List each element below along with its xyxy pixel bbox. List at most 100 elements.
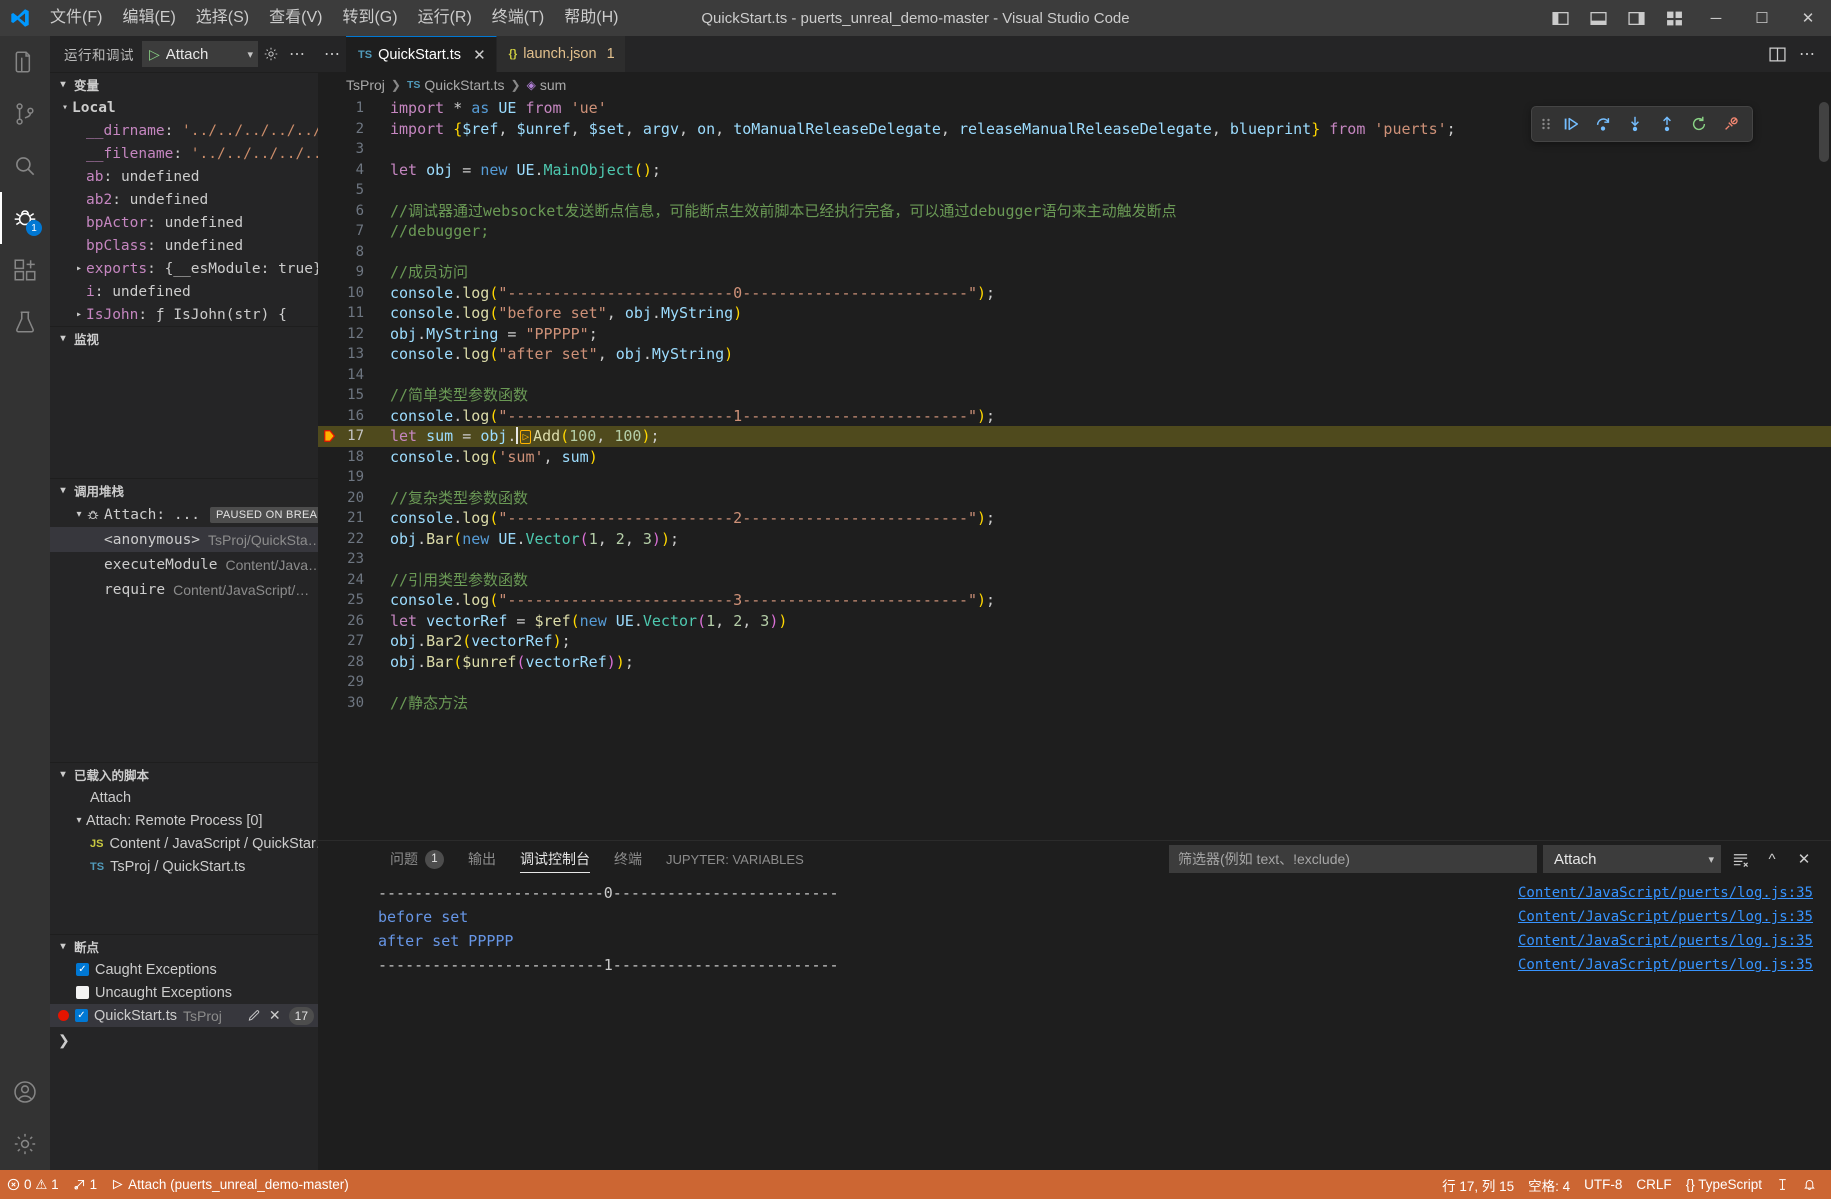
code-line[interactable]: 30 //静态方法 — [318, 693, 1831, 714]
variable-row[interactable]: ▸__dirname: '../../../../../U… — [50, 119, 318, 142]
menu-terminal[interactable]: 终端(T) — [482, 0, 554, 36]
callstack-frame-row[interactable]: require Content/JavaScript/… — [50, 577, 318, 602]
code-line[interactable]: 8 — [318, 242, 1831, 263]
breadcrumb-item-file[interactable]: TS QuickStart.ts — [407, 77, 505, 93]
code-line[interactable]: 26 let vectorRef = $ref(new UE.Vector(1, … — [318, 611, 1831, 632]
breakpoints-pane-header[interactable]: ▾ 断点 — [50, 934, 318, 958]
close-panel-icon[interactable]: ✕ — [1791, 846, 1817, 872]
console-line[interactable]: -------------------------0--------------… — [318, 881, 1831, 905]
code-line[interactable]: 19 — [318, 467, 1831, 488]
status-indentation[interactable]: 空格: 4 — [1521, 1170, 1577, 1199]
step-over-button[interactable] — [1588, 110, 1618, 138]
breakpoint-row-uncaught-exceptions[interactable]: ✓ Uncaught Exceptions — [50, 981, 318, 1004]
callstack-frame-row[interactable]: <anonymous> TsProj/QuickSta… — [50, 527, 318, 552]
panel-bottom-icon[interactable] — [1579, 0, 1617, 36]
close-button[interactable]: ✕ — [1785, 0, 1831, 36]
status-cursor-position[interactable]: 行 17, 列 15 — [1435, 1170, 1521, 1199]
close-icon[interactable]: ✕ — [473, 46, 486, 64]
minimize-button[interactable]: ─ — [1693, 0, 1739, 36]
launch-config-dropdown[interactable]: ▷ Attach ▾ — [142, 41, 258, 67]
tab-launch-json[interactable]: {} launch.json 1 — [496, 36, 626, 72]
open-launch-json-gear-icon[interactable] — [258, 41, 284, 67]
menu-selection[interactable]: 选择(S) — [186, 0, 259, 36]
sidebar-item-extensions[interactable] — [0, 244, 50, 296]
loaded-script-row[interactable]: TS TsProj / QuickStart.ts — [50, 855, 318, 878]
menu-edit[interactable]: 编辑(E) — [112, 0, 185, 36]
console-line[interactable]: -------------------------1--------------… — [318, 953, 1831, 977]
console-source-link[interactable]: Content/JavaScript/puerts/log.js:35 — [1518, 905, 1813, 929]
collapse-panel-icon[interactable]: ^ — [1759, 846, 1785, 872]
panel-right-icon[interactable] — [1617, 0, 1655, 36]
tab-jupyter-variables[interactable]: JUPYTER: VARIABLES — [654, 841, 816, 877]
panel-left-icon[interactable] — [1541, 0, 1579, 36]
watch-list[interactable] — [50, 350, 318, 478]
callstack-frame-row[interactable]: executeModule Content/Java… — [50, 552, 318, 577]
debug-console-output[interactable]: -------------------------0--------------… — [318, 877, 1831, 1170]
more-actions-icon[interactable]: ⋯ — [284, 41, 310, 67]
sidebar-item-testing[interactable] — [0, 296, 50, 348]
clear-console-icon[interactable] — [1727, 846, 1753, 872]
console-line[interactable]: after set PPPPP Content/JavaScript/puerts… — [318, 929, 1831, 953]
code-line[interactable]: 20 //复杂类型参数函数 — [318, 488, 1831, 509]
editor-scrollbar[interactable] — [1819, 102, 1829, 162]
code-line[interactable]: 11 console.log("before set", obj.MyString… — [318, 303, 1831, 324]
tab-terminal[interactable]: 终端 — [602, 841, 654, 877]
code-line[interactable]: 9 //成员访问 — [318, 262, 1831, 283]
chevron-right-icon[interactable]: ❯ — [58, 1032, 70, 1049]
breakpoint-row-file[interactable]: ✓ QuickStart.ts TsProj ✕ 17 — [50, 1004, 318, 1027]
code-line[interactable]: 7 //debugger; — [318, 221, 1831, 242]
variables-pane-header[interactable]: ▾ 变量 — [50, 72, 318, 96]
watch-pane-header[interactable]: ▾ 监视 — [50, 326, 318, 350]
variable-row-expandable[interactable]: ▸ IsJohn: ƒ IsJohn(str) { — [50, 303, 318, 326]
menu-help[interactable]: 帮助(H) — [554, 0, 628, 36]
code-line[interactable]: 12 obj.MyString = "PPPPP"; — [318, 324, 1831, 345]
console-line[interactable]: before set Content/JavaScript/puerts/log.… — [318, 905, 1831, 929]
manage-settings-button[interactable] — [0, 1118, 50, 1170]
accounts-button[interactable] — [0, 1066, 50, 1118]
split-editor-icon[interactable] — [1763, 40, 1791, 68]
variable-row-expandable[interactable]: ▸ exports: {__esModule: true} — [50, 257, 318, 280]
variable-row[interactable]: ▸bpClass: undefined — [50, 234, 318, 257]
console-filter-input[interactable] — [1169, 845, 1537, 873]
tab-problems[interactable]: 问题 1 — [378, 841, 456, 877]
variable-row[interactable]: ▸ab: undefined — [50, 165, 318, 188]
console-source-link[interactable]: Content/JavaScript/puerts/log.js:35 — [1518, 953, 1813, 977]
code-line[interactable]: 28 obj.Bar($unref(vectorRef)); — [318, 652, 1831, 673]
grip-icon[interactable] — [1538, 116, 1554, 132]
callstack-session-row[interactable]: ▾ Attach: ... PAUSED ON BREAKPOINT — [50, 502, 318, 527]
notifications-bell-icon[interactable] — [1796, 1170, 1823, 1199]
variable-row[interactable]: ▸i: undefined — [50, 280, 318, 303]
code-line[interactable]: 15 //简单类型参数函数 — [318, 385, 1831, 406]
restart-button[interactable] — [1684, 110, 1714, 138]
code-line[interactable]: 5 — [318, 180, 1831, 201]
code-lines[interactable]: 1 import * as UE from 'ue' 2 import {$ref, … — [318, 98, 1831, 713]
more-actions-icon[interactable]: ⋯ — [1793, 40, 1821, 68]
code-line[interactable]: 23 — [318, 549, 1831, 570]
breadcrumb-item-project[interactable]: TsProj — [346, 77, 385, 93]
status-language-mode[interactable]: {} TypeScript — [1679, 1170, 1769, 1199]
inline-debug-marker-icon[interactable]: ▷ — [520, 430, 532, 444]
status-eol[interactable]: CRLF — [1629, 1170, 1678, 1199]
sidebar-item-explorer[interactable] — [0, 36, 50, 88]
code-line[interactable]: 10 console.log("-------------------------… — [318, 283, 1831, 304]
code-line[interactable]: 24 //引用类型参数函数 — [318, 570, 1831, 591]
loaded-scripts-pane-header[interactable]: ▾ 已载入的脚本 — [50, 762, 318, 786]
menu-go[interactable]: 转到(G) — [332, 0, 407, 36]
code-line[interactable]: 27 obj.Bar2(vectorRef); — [318, 631, 1831, 652]
tab-quickstart-ts[interactable]: TS QuickStart.ts ✕ — [346, 36, 497, 72]
maximize-button[interactable]: ☐ — [1739, 0, 1785, 36]
edit-icon[interactable] — [247, 1009, 261, 1023]
code-line[interactable]: 6 //调试器通过websocket发送断点信息，可能断点生效前脚本已经执行完备，… — [318, 201, 1831, 222]
code-line[interactable]: 21 console.log("-------------------------… — [318, 508, 1831, 529]
code-line[interactable]: 3 — [318, 139, 1831, 160]
tab-debug-console[interactable]: 调试控制台 — [508, 841, 602, 877]
callstack-pane-header[interactable]: ▾ 调用堆栈 — [50, 478, 318, 502]
variable-row[interactable]: ▸__filename: '../../../../../… — [50, 142, 318, 165]
remove-icon[interactable]: ✕ — [269, 1007, 281, 1024]
code-line[interactable]: 25 console.log("-------------------------… — [318, 590, 1831, 611]
status-encoding[interactable]: UTF-8 — [1577, 1170, 1629, 1199]
sidebar-footer[interactable]: ❯ — [50, 1027, 318, 1053]
code-line[interactable]: 17 let sum = obj. ▷ Add(100, 100); — [318, 426, 1831, 447]
step-out-button[interactable] — [1652, 110, 1682, 138]
customize-layout-icon[interactable] — [1655, 0, 1693, 36]
